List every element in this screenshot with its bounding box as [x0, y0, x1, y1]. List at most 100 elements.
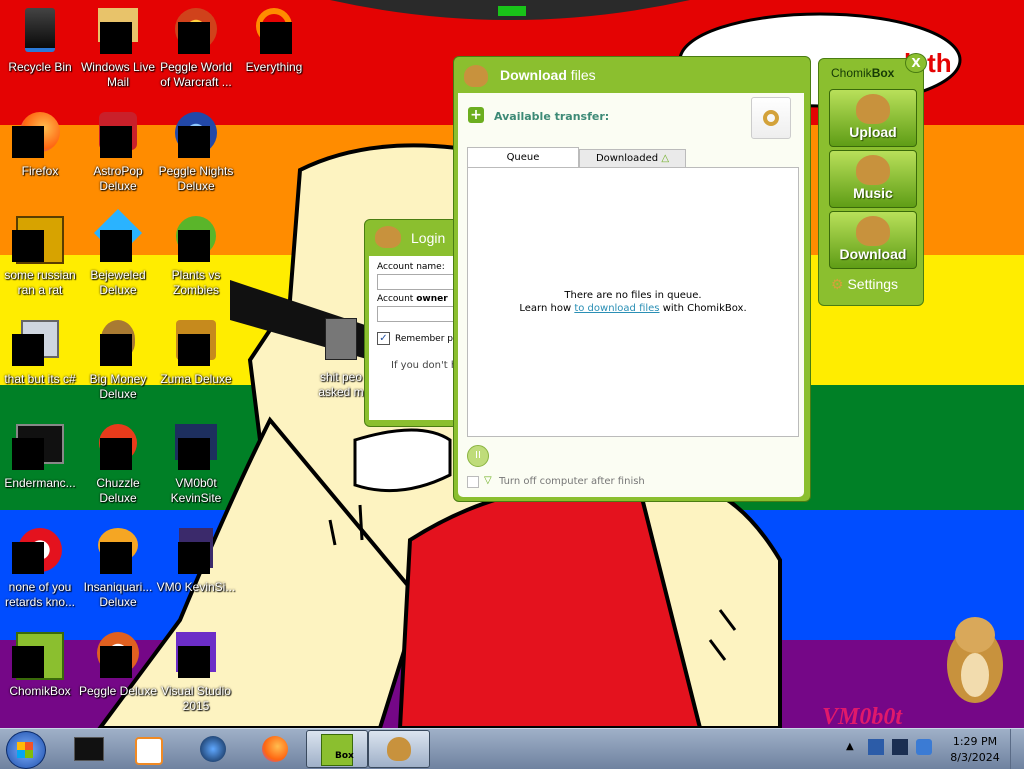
- desktop-icon-label: that but its c#: [4, 372, 76, 386]
- firefox-icon: [12, 112, 64, 160]
- settings-gear-button[interactable]: [751, 97, 791, 139]
- desktop-icon-label: Visual Studio 2015: [161, 684, 231, 713]
- taskbar-chomikbox-button[interactable]: Box: [306, 730, 368, 768]
- tray-display-icon[interactable]: [892, 739, 908, 755]
- remember-checkbox[interactable]: ✓: [377, 332, 390, 345]
- tray-network-icon[interactable]: [868, 739, 884, 755]
- desktop-icon-label: Chuzzle Deluxe: [96, 476, 140, 505]
- desktop-icon-bejeweled[interactable]: Bejeweled Deluxe: [78, 208, 158, 298]
- tray-expand-icon[interactable]: ▲: [846, 741, 854, 752]
- add-transfer-icon[interactable]: +: [468, 107, 484, 123]
- upload-button[interactable]: Upload: [829, 89, 917, 147]
- show-desktop-button[interactable]: [1010, 729, 1024, 769]
- queue-panel: There are no files in queue. Learn how t…: [467, 167, 799, 437]
- tray-app-icon[interactable]: [916, 739, 932, 755]
- desktop-icon-visual-studio[interactable]: Visual Studio 2015: [156, 632, 236, 714]
- desktop-icon-peggle-nights[interactable]: Peggle Nights Deluxe: [156, 112, 236, 194]
- download-window-title: Download files: [500, 67, 596, 83]
- desktop-icon-chuzzle[interactable]: Chuzzle Deluxe: [78, 424, 158, 506]
- desktop-icon-none-of-you[interactable]: none of you retards kno...: [0, 528, 80, 610]
- available-transfer-label: Available transfer:: [494, 110, 610, 123]
- desktop-icon-label: Recycle Bin: [8, 60, 72, 74]
- music-label: Music: [853, 185, 893, 201]
- music-button[interactable]: Music: [829, 150, 917, 208]
- gear-icon: [763, 110, 779, 126]
- desktop-icon-firefox[interactable]: Firefox: [0, 112, 80, 179]
- plant-icon: [172, 216, 220, 264]
- settings-label: Settings: [847, 276, 899, 292]
- turn-off-checkbox[interactable]: [467, 476, 479, 488]
- desktop-icon-vm0-kevinsi[interactable]: VM0 KevinSi...: [156, 528, 236, 595]
- desktop-icon-label: Insaniquari... Deluxe: [83, 580, 153, 609]
- desktop-icon-plants-vs-zombies[interactable]: Plants vs Zombies: [156, 216, 236, 298]
- desktop-icon-insaniquarium[interactable]: Insaniquari... Deluxe: [78, 528, 158, 610]
- folder-icon: [172, 424, 220, 472]
- desktop-icon-label: VM0b0t KevinSite: [170, 476, 222, 505]
- peggle-nights-icon: [172, 112, 220, 160]
- turn-off-label: Turn off computer after finish: [499, 476, 645, 487]
- clock-date[interactable]: 8/3/2024: [948, 751, 1002, 764]
- desktop-icon-label: Firefox: [21, 164, 59, 178]
- desktop-icon-label: Big Money Deluxe: [89, 372, 147, 401]
- windows-logo-icon: [17, 742, 33, 758]
- desktop-icon-csharp[interactable]: that but its c#: [0, 320, 80, 387]
- app-icon: [12, 528, 64, 576]
- desktop-icon-astropop[interactable]: AstroPop Deluxe: [78, 112, 158, 194]
- gem-icon: [93, 208, 143, 264]
- desktop-icon-label: AstroPop Deluxe: [93, 164, 143, 193]
- close-icon: X: [911, 56, 921, 70]
- desktop-icon-big-money[interactable]: Big Money Deluxe: [78, 320, 158, 402]
- download-files-window[interactable]: Download files + Available transfer: Que…: [453, 56, 811, 502]
- hamster-download-icon: [856, 216, 890, 246]
- upload-label: Upload: [849, 124, 897, 140]
- visual-studio-icon: [172, 632, 220, 680]
- hamster-download-icon: [387, 737, 411, 761]
- desktop-icon-chomikbox[interactable]: ChomikBox: [0, 632, 80, 699]
- desktop-icon-label: Plants vs Zombies: [171, 268, 221, 297]
- file-icon: [317, 318, 365, 366]
- desktop-icon-everything[interactable]: Everything: [234, 8, 314, 75]
- desktop-icon-peggle-wow[interactable]: Peggle World of Warcraft ...: [156, 8, 236, 90]
- download-title-icon: [464, 65, 488, 87]
- desktop-icon-peggle-deluxe[interactable]: Peggle Deluxe: [78, 632, 158, 699]
- account-name-label: Account name:: [377, 262, 445, 272]
- peggle-icon: [94, 632, 142, 680]
- empty-queue-hint: Learn how to download files with ChomikB…: [519, 303, 747, 314]
- taskbar-media-player-button[interactable]: [130, 733, 168, 765]
- chomikbox-window[interactable]: ChomikBox X Upload Music Download ⚙ Sett…: [818, 53, 927, 306]
- taskbar-chomikbox-download-button[interactable]: [368, 730, 430, 768]
- learn-download-link[interactable]: to download files: [574, 303, 659, 314]
- desktop-icon-windows-live-mail[interactable]: Windows Live Mail: [78, 8, 158, 90]
- terminal-icon: [74, 737, 104, 761]
- taskbar-waterfox-button[interactable]: [194, 733, 232, 765]
- terminal-icon: [12, 424, 64, 472]
- desktop-icon-label: Zuma Deluxe: [160, 372, 232, 386]
- hamster-mascot-image: [947, 617, 1003, 703]
- hamster-music-icon: [856, 155, 890, 185]
- clock-time[interactable]: 1:29 PM: [948, 735, 1002, 748]
- desktop-icon-russian-rat[interactable]: some russian ran a rat: [0, 216, 80, 298]
- desktop-icon-recycle-bin[interactable]: Recycle Bin: [0, 8, 80, 75]
- settings-item[interactable]: ⚙ Settings: [831, 276, 898, 293]
- tab-queue[interactable]: Queue: [467, 147, 579, 168]
- media-player-icon: [135, 737, 163, 765]
- desktop-icon-endermanc[interactable]: Endermanc...: [0, 424, 80, 491]
- taskbar-terminal-button[interactable]: [70, 733, 108, 765]
- mail-icon: [94, 8, 142, 56]
- start-button[interactable]: [6, 731, 46, 769]
- download-button[interactable]: Download: [829, 211, 917, 269]
- chomikbox-title: ChomikBox: [831, 66, 895, 80]
- gear-icon: ⚙: [831, 276, 844, 292]
- recycle-bin-icon: [16, 8, 64, 56]
- tab-downloaded[interactable]: Downloaded △: [579, 149, 686, 167]
- taskbar-firefox-button[interactable]: [256, 733, 294, 765]
- desktop-icon-zuma[interactable]: Zuma Deluxe: [156, 320, 236, 387]
- close-button[interactable]: X: [905, 53, 927, 73]
- tab-downloaded-label: Downloaded: [595, 153, 659, 164]
- chomikbox-icon: [12, 632, 64, 680]
- pause-button[interactable]: II: [467, 445, 489, 467]
- firefox-icon: [262, 736, 288, 762]
- desktop-icon-label: Peggle World of Warcraft ...: [160, 60, 232, 89]
- desktop-icon-vm0b0t-kevinsite[interactable]: VM0b0t KevinSite: [156, 424, 236, 506]
- desktop-icon-label: ChomikBox: [9, 684, 71, 698]
